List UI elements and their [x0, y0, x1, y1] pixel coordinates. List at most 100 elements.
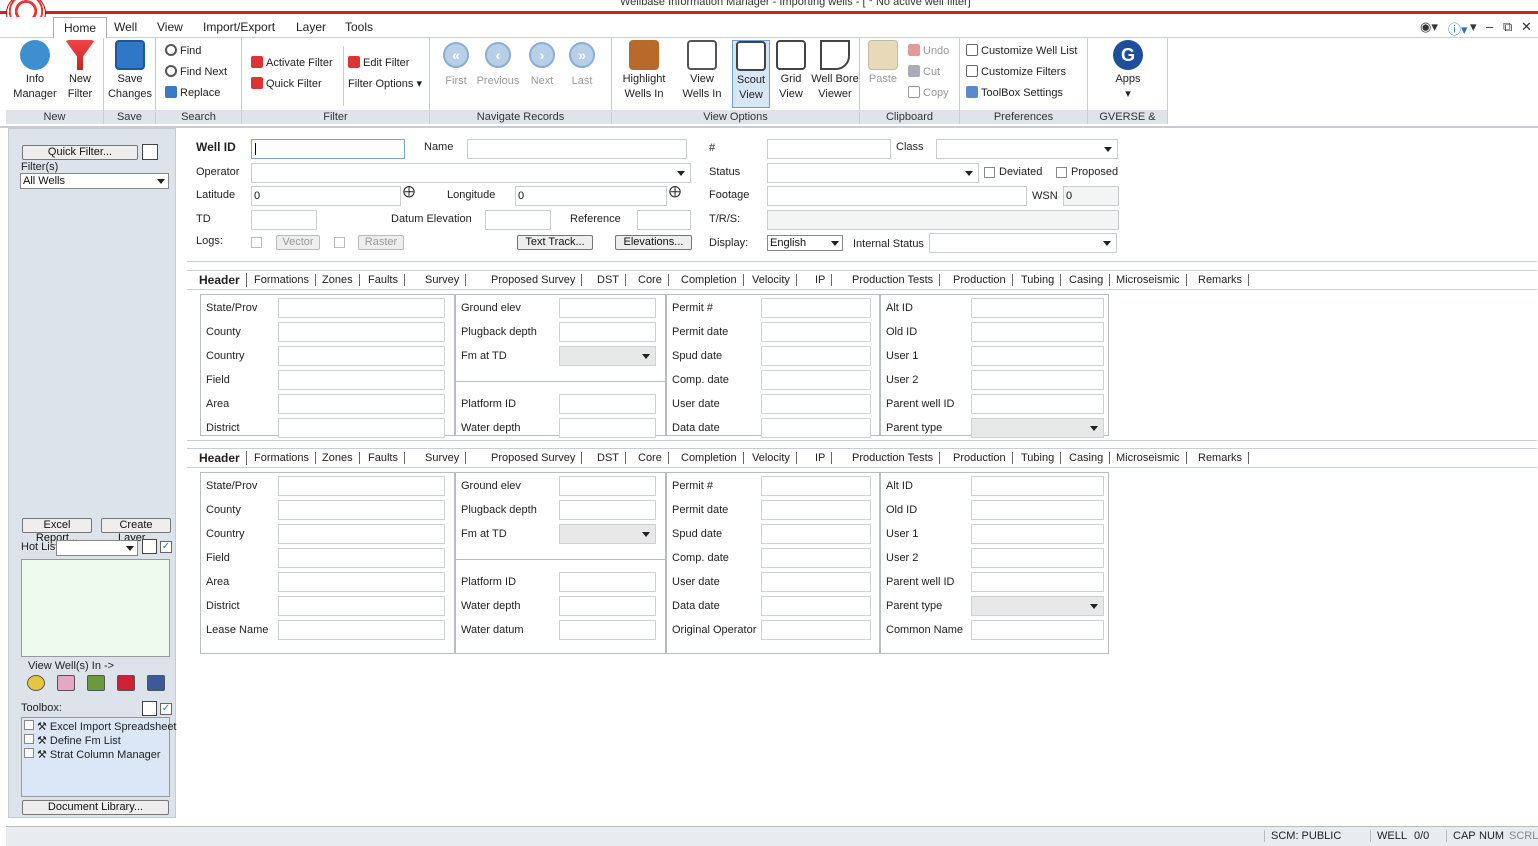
well-id-input[interactable]: [251, 139, 405, 159]
cut-button[interactable]: Cut: [908, 65, 940, 78]
info-manager-button[interactable]: Info Manager: [10, 40, 60, 102]
replace-button[interactable]: Replace: [165, 86, 220, 99]
old-id-input[interactable]: [971, 322, 1104, 342]
excel-report-button[interactable]: Excel Report...: [22, 518, 92, 544]
copy-button[interactable]: Copy: [908, 86, 949, 99]
elevations-button[interactable]: Elevations...: [615, 235, 692, 250]
comp-date-input[interactable]: [761, 370, 871, 390]
toolbox-item-checkbox[interactable]: [24, 734, 34, 744]
grid-chart-icon[interactable]: [117, 675, 135, 691]
user-2-input[interactable]: [971, 548, 1104, 568]
footage-input[interactable]: [767, 186, 1027, 206]
tab-core[interactable]: Core: [638, 452, 669, 464]
tab-faults[interactable]: Faults: [368, 452, 405, 464]
proposed-checkbox[interactable]: [1056, 167, 1067, 178]
find-next-button[interactable]: Find Next: [165, 65, 227, 78]
undo-button[interactable]: Undo: [908, 44, 949, 57]
menu-view[interactable]: View: [157, 20, 183, 34]
original-operator-input[interactable]: [761, 620, 871, 640]
edit-filter-button[interactable]: Edit Filter: [348, 56, 409, 69]
options-icon[interactable]: ▾: [1470, 19, 1477, 35]
permit--input[interactable]: [761, 476, 871, 496]
tab-survey[interactable]: Survey: [425, 452, 467, 464]
tab-core[interactable]: Core: [638, 274, 669, 286]
toolbox-settings-button[interactable]: ToolBox Settings: [966, 86, 1063, 99]
tab-dst[interactable]: DST: [597, 274, 626, 286]
area-input[interactable]: [278, 572, 445, 592]
tab-remarks[interactable]: Remarks: [1198, 452, 1250, 464]
number-input[interactable]: [767, 139, 891, 159]
water-depth-input[interactable]: [559, 596, 656, 616]
water-datum-input[interactable]: [559, 620, 656, 640]
3d-view-icon[interactable]: [147, 675, 165, 691]
parent-well-id-input[interactable]: [971, 572, 1104, 592]
well-bore-viewer-button[interactable]: Well Bore Viewer: [810, 40, 860, 102]
menu-import-export[interactable]: Import/Export: [203, 20, 275, 34]
toolbox-item[interactable]: ⚒ Excel Import Spreadsheet: [24, 720, 177, 733]
raster-checkbox[interactable]: [334, 237, 345, 248]
tab-velocity[interactable]: Velocity: [752, 452, 797, 464]
tab-ip[interactable]: IP: [815, 452, 833, 464]
common-name-input[interactable]: [971, 620, 1104, 640]
toolbox-item-checkbox[interactable]: [24, 748, 34, 758]
user-1-input[interactable]: [971, 346, 1104, 366]
parent-type-select[interactable]: [971, 596, 1104, 616]
next-button[interactable]: › Next: [524, 40, 560, 89]
tab-proposed-survey[interactable]: Proposed Survey: [491, 452, 583, 464]
filter-select[interactable]: All Wells: [20, 173, 169, 189]
ground-elev-input[interactable]: [559, 476, 656, 496]
hot-list-box[interactable]: [21, 559, 170, 657]
find-button[interactable]: Find: [165, 44, 201, 57]
td-input[interactable]: [251, 210, 317, 230]
ground-elev-input[interactable]: [559, 298, 656, 318]
cross-section-icon[interactable]: [57, 675, 75, 691]
minimize-icon[interactable]: –: [1486, 19, 1493, 34]
longitude-input[interactable]: 0: [515, 186, 667, 206]
alt-id-input[interactable]: [971, 476, 1104, 496]
view-wells-button[interactable]: View Wells In: [674, 40, 730, 102]
permit--input[interactable]: [761, 298, 871, 318]
district-input[interactable]: [278, 596, 445, 616]
new-filter-button[interactable]: New Filter: [60, 40, 100, 102]
quick-filter-button[interactable]: Quick Filter...: [22, 145, 138, 160]
tab-header[interactable]: Header: [199, 451, 247, 465]
save-changes-button[interactable]: Save Changes: [106, 40, 154, 102]
toolbox-clipboard-icon[interactable]: [142, 701, 157, 716]
tab-production-tests[interactable]: Production Tests: [852, 274, 941, 286]
scout-view-button[interactable]: Scout View: [732, 40, 770, 108]
last-button[interactable]: » Last: [564, 40, 600, 89]
tab-proposed-survey[interactable]: Proposed Survey: [491, 274, 583, 286]
user-1-input[interactable]: [971, 524, 1104, 544]
restore-icon[interactable]: ⧉: [1503, 19, 1512, 35]
country-input[interactable]: [278, 346, 445, 366]
parent-type-select[interactable]: [971, 418, 1104, 438]
country-input[interactable]: [278, 524, 445, 544]
reference-input[interactable]: [637, 210, 691, 230]
activate-filter-button[interactable]: Activate Filter: [251, 56, 333, 69]
tab-microseismic[interactable]: Microseismic: [1116, 452, 1187, 464]
tab-completion[interactable]: Completion: [681, 274, 744, 286]
customize-well-list-button[interactable]: Customize Well List: [966, 44, 1077, 57]
fm-at-td-select[interactable]: [559, 524, 656, 544]
comp-date-input[interactable]: [761, 548, 871, 568]
data-date-input[interactable]: [761, 418, 871, 438]
internal-status-select[interactable]: [929, 233, 1117, 253]
platform-id-input[interactable]: [559, 572, 656, 592]
district-input[interactable]: [278, 418, 445, 438]
state-prov-input[interactable]: [278, 476, 445, 496]
menu-tools[interactable]: Tools: [345, 20, 373, 34]
tab-tubing[interactable]: Tubing: [1021, 452, 1062, 464]
menu-home[interactable]: Home: [53, 17, 108, 38]
quick-filter-ribbon-button[interactable]: Quick Filter: [251, 77, 322, 90]
display-select[interactable]: English: [767, 235, 843, 251]
user-date-input[interactable]: [761, 394, 871, 414]
lease-name-input[interactable]: [278, 620, 445, 640]
tab-zones[interactable]: Zones: [322, 452, 360, 464]
map-view-icon[interactable]: [27, 675, 45, 691]
tab-remarks[interactable]: Remarks: [1198, 274, 1250, 286]
tab-survey[interactable]: Survey: [425, 274, 467, 286]
latitude-globe-icon[interactable]: ⨁: [403, 184, 415, 198]
document-library-button[interactable]: Document Library...: [22, 800, 169, 815]
toolbox-item[interactable]: ⚒ Strat Column Manager: [24, 748, 161, 761]
toolbox-check-icon[interactable]: ✓: [160, 703, 172, 715]
